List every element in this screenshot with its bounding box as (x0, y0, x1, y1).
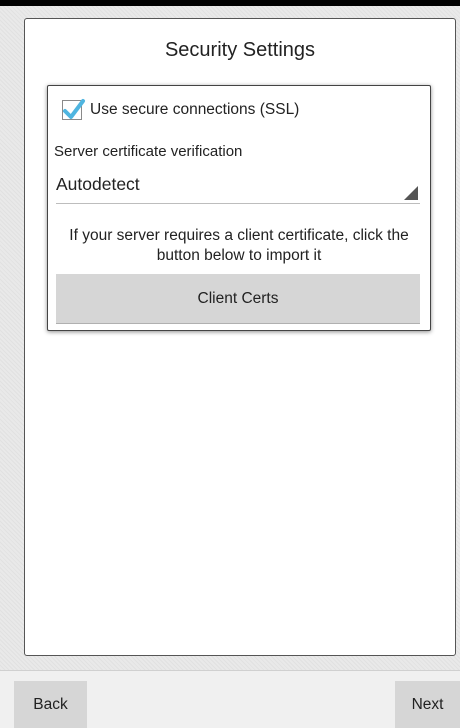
certificate-verification-label: Server certificate verification (54, 143, 243, 160)
page-title: Security Settings (164, 39, 316, 61)
client-certificate-help-text: If your server requires a client certifi… (69, 227, 409, 264)
ssl-label: Use secure connections (SSL) (90, 101, 300, 118)
ssl-checkbox-row[interactable]: Use secure connections (SSL) (62, 99, 300, 120)
settings-panel: Security Settings Use secure connections… (24, 18, 456, 656)
next-button[interactable]: Next (395, 681, 460, 728)
security-options-card: Use secure connections (SSL) Server cert… (47, 85, 431, 331)
checkmark-icon (63, 99, 85, 119)
dropdown-corner-icon (404, 186, 418, 200)
client-certs-button[interactable]: Client Certs (56, 274, 420, 324)
certificate-verification-value: Autodetect (56, 174, 140, 194)
back-button[interactable]: Back (14, 681, 87, 728)
bottom-navigation-bar: Back Next (0, 670, 460, 728)
ssl-checkbox[interactable] (62, 99, 85, 120)
certificate-verification-select[interactable]: Autodetect (56, 168, 420, 204)
